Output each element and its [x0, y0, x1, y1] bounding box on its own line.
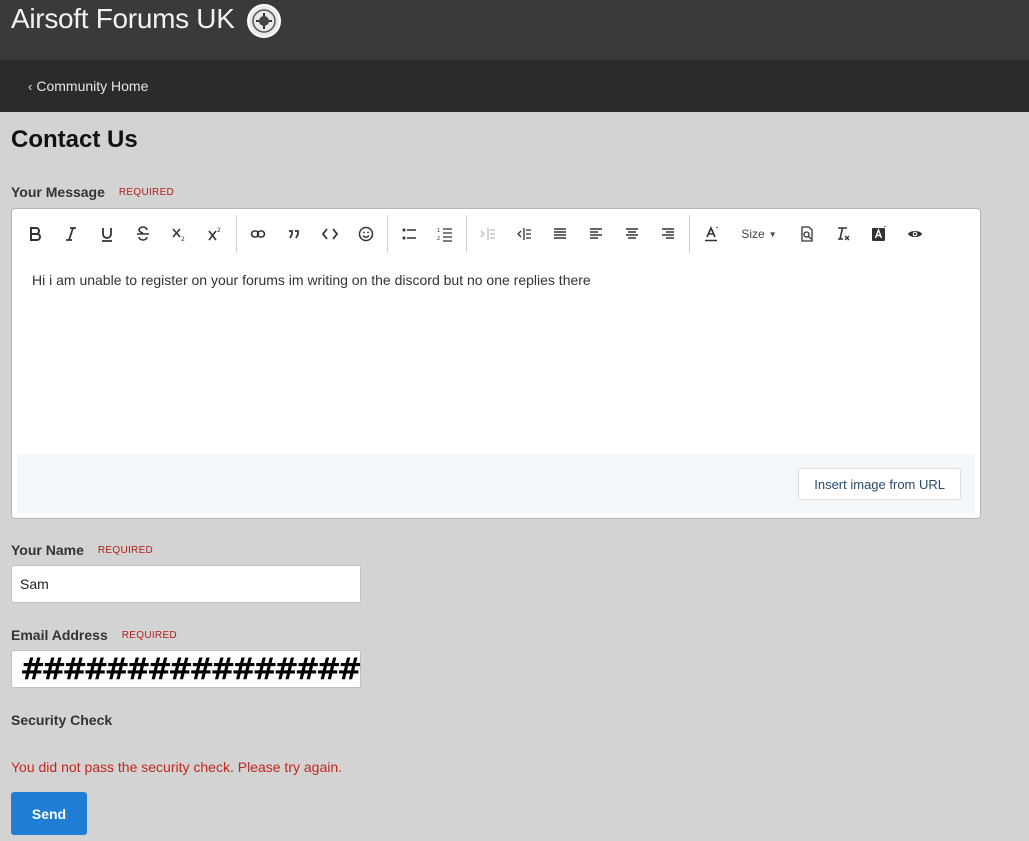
send-button[interactable]: Send — [11, 792, 87, 835]
align-left-icon[interactable] — [578, 217, 614, 251]
editor-footer: Insert image from URL — [17, 454, 975, 514]
required-badge: REQUIRED — [121, 629, 177, 641]
name-label: Your Name REQUIRED — [11, 542, 153, 558]
site-logo-icon[interactable] — [246, 3, 282, 39]
editor-toolbar: 2 2 12 Size ▼ — [17, 213, 975, 255]
underline-icon[interactable] — [89, 217, 125, 251]
site-header: Airsoft Forums UK — [0, 0, 1029, 60]
align-right-icon[interactable] — [650, 217, 686, 251]
required-badge: REQUIRED — [118, 186, 175, 198]
message-editor[interactable]: 2 2 12 Size ▼ Hi i am unable to register … — [11, 208, 981, 519]
name-input[interactable]: Sam — [11, 565, 361, 603]
strikethrough-icon[interactable] — [125, 217, 161, 251]
text-color-icon[interactable] — [693, 217, 729, 251]
outdent-icon[interactable] — [470, 217, 506, 251]
svg-text:2: 2 — [181, 236, 185, 242]
site-title[interactable]: Airsoft Forums UK — [11, 3, 235, 35]
numbered-list-icon[interactable]: 12 — [427, 217, 463, 251]
subscript-icon[interactable]: 2 — [161, 217, 197, 251]
justify-icon[interactable] — [542, 217, 578, 251]
toolbar-divider — [689, 215, 690, 253]
preview-icon[interactable] — [897, 217, 933, 251]
community-home-link[interactable]: ‹ Community Home — [28, 78, 148, 94]
insert-image-url-button[interactable]: Insert image from URL — [798, 468, 961, 500]
community-home-label: Community Home — [36, 78, 149, 94]
message-textarea[interactable]: Hi i am unable to register on your forum… — [32, 272, 591, 288]
emoji-icon[interactable] — [348, 217, 384, 251]
chevron-left-icon: ‹ — [28, 78, 33, 94]
link-icon[interactable] — [240, 217, 276, 251]
bulleted-list-icon[interactable] — [391, 217, 427, 251]
bold-icon[interactable] — [17, 217, 53, 251]
font-size-label: Size — [741, 227, 765, 241]
quote-icon[interactable] — [276, 217, 312, 251]
message-label: Your Message REQUIRED — [11, 184, 174, 200]
page-title: Contact Us — [11, 126, 138, 153]
italic-icon[interactable] — [53, 217, 89, 251]
align-center-icon[interactable] — [614, 217, 650, 251]
email-input[interactable]: ################ — [11, 650, 362, 688]
message-label-text: Your Message — [11, 184, 105, 200]
svg-text:2: 2 — [217, 227, 221, 234]
font-size-dropdown[interactable]: Size ▼ — [729, 217, 789, 251]
security-check-label-text: Security Check — [11, 712, 113, 728]
name-value: Sam — [20, 576, 49, 592]
name-label-text: Your Name — [11, 542, 84, 558]
svg-text:2: 2 — [437, 236, 440, 242]
toolbar-divider — [466, 215, 467, 253]
toolbar-divider — [236, 215, 237, 253]
superscript-icon[interactable]: 2 — [197, 217, 233, 251]
toolbar-divider — [387, 215, 388, 253]
background-color-icon[interactable] — [861, 217, 897, 251]
chevron-down-icon: ▼ — [768, 229, 777, 239]
indent-icon[interactable] — [506, 217, 542, 251]
email-label-text: Email Address — [11, 627, 108, 643]
email-value-redacted: ################ — [20, 651, 362, 687]
email-label: Email Address REQUIRED — [11, 627, 177, 643]
svg-text:1: 1 — [437, 228, 440, 234]
find-icon[interactable] — [789, 217, 825, 251]
security-check-label: Security Check — [11, 712, 112, 728]
required-badge: REQUIRED — [97, 544, 154, 556]
remove-format-icon[interactable] — [825, 217, 861, 251]
code-icon[interactable] — [312, 217, 348, 251]
security-error-message: You did not pass the security check. Ple… — [11, 759, 343, 775]
navbar: ‹ Community Home — [0, 60, 1029, 112]
